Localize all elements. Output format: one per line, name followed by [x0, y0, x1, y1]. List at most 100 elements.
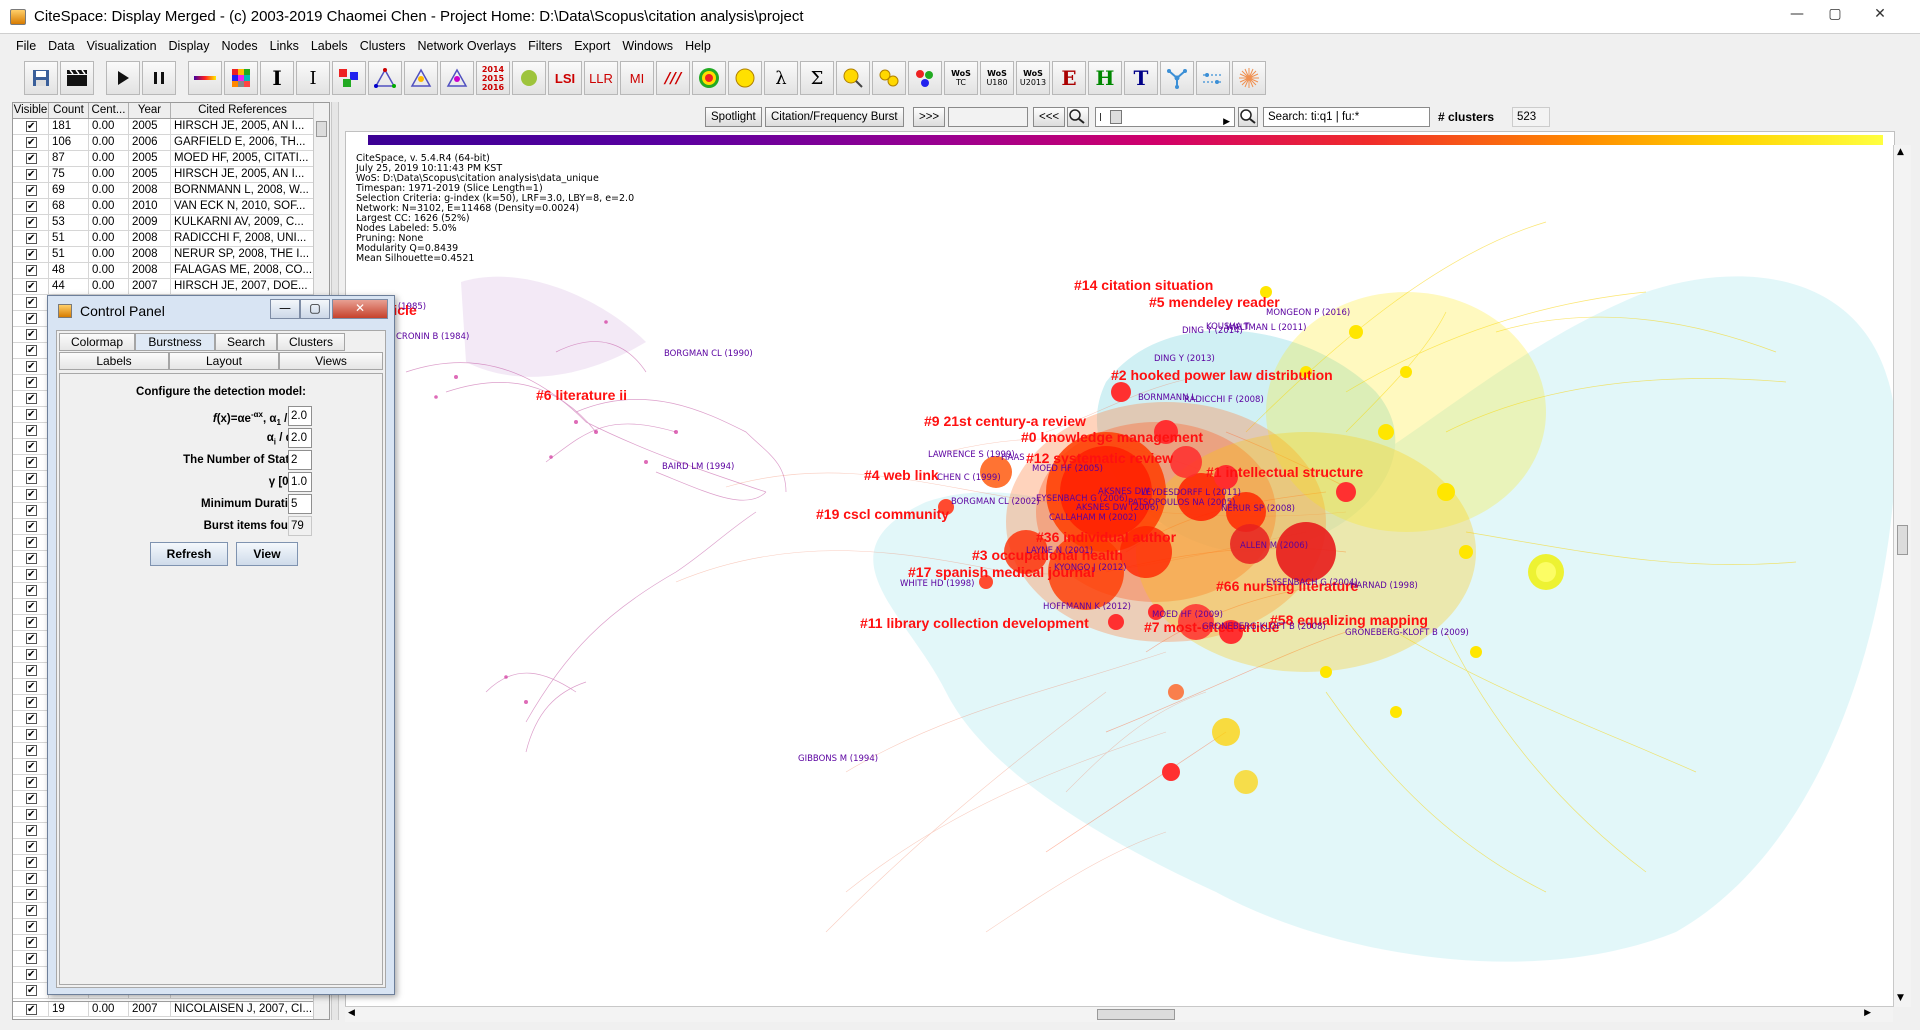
- table-row[interactable]: 1810.002005HIRSCH JE, 2005, AN I...: [13, 119, 329, 135]
- table-row[interactable]: 750.002005HIRSCH JE, 2005, AN I...: [13, 167, 329, 183]
- wos-tc-button[interactable]: WoS TC: [944, 61, 978, 95]
- e-button[interactable]: E: [1052, 61, 1086, 95]
- cluster-label[interactable]: #1 intellectual structure: [1206, 464, 1363, 480]
- tab-search[interactable]: Search: [215, 333, 277, 351]
- table-row[interactable]: 1060.002006GARFIELD E, 2006, TH...: [13, 135, 329, 151]
- visible-checkbox[interactable]: [13, 631, 49, 646]
- yellow-circle-icon[interactable]: [728, 61, 762, 95]
- save-icon[interactable]: [24, 61, 58, 95]
- visible-checkbox[interactable]: [13, 135, 49, 150]
- visible-checkbox[interactable]: [13, 695, 49, 710]
- network-canvas[interactable]: CiteSpace, v. 5.4.R4 (64-bit) July 25, 20…: [345, 131, 1895, 1007]
- refresh-button[interactable]: Refresh: [150, 542, 228, 566]
- cluster-label[interactable]: #14 citation situation: [1074, 277, 1213, 293]
- cluster-colors-icon[interactable]: [332, 61, 366, 95]
- menu-labels[interactable]: Labels: [305, 37, 354, 57]
- t-button[interactable]: T: [1124, 61, 1158, 95]
- min-duration-field[interactable]: 5: [288, 494, 312, 514]
- wos-u2013-button[interactable]: WoS U2013: [1016, 61, 1050, 95]
- timeline-button[interactable]: ///: [656, 61, 690, 95]
- node-label[interactable]: MOED HF (2009): [1152, 610, 1223, 620]
- node-label[interactable]: RADICCHI F (2008): [1184, 395, 1264, 405]
- cluster-label[interactable]: #2 hooked power law distribution: [1111, 367, 1333, 383]
- cluster-label[interactable]: #11 library collection development: [860, 615, 1089, 631]
- scroll-right-icon[interactable]: ▶: [1864, 1008, 1871, 1018]
- cluster-label[interactable]: #19 cscl community: [816, 506, 949, 522]
- search-icon[interactable]: [1238, 107, 1258, 127]
- visible-checkbox[interactable]: [13, 231, 49, 246]
- maximize-button[interactable]: ▢: [300, 299, 330, 319]
- visible-checkbox[interactable]: [13, 823, 49, 838]
- h-button[interactable]: H: [1088, 61, 1122, 95]
- zoom-icon[interactable]: [1067, 107, 1089, 127]
- cluster-label[interactable]: #4 web link: [864, 467, 939, 483]
- visible-checkbox[interactable]: [13, 487, 49, 502]
- node-label[interactable]: BAIRD LM (1994): [662, 462, 734, 472]
- text-bold-i-icon[interactable]: I: [260, 61, 294, 95]
- visible-checkbox[interactable]: [13, 615, 49, 630]
- visible-checkbox[interactable]: [13, 983, 49, 998]
- maximize-button[interactable]: ▢: [1820, 4, 1850, 26]
- table-row[interactable]: 680.002010VAN ECK N, 2010, SOF...: [13, 199, 329, 215]
- tab-burstness[interactable]: Burstness: [135, 333, 215, 351]
- years-button[interactable]: 2014 2015 2016: [476, 61, 510, 95]
- visible-checkbox[interactable]: [13, 583, 49, 598]
- visible-checkbox[interactable]: [13, 359, 49, 374]
- prev-button[interactable]: <<<: [1033, 107, 1066, 127]
- visible-checkbox[interactable]: [13, 855, 49, 870]
- cluster-label[interactable]: #36 individual author: [1036, 529, 1176, 545]
- visible-checkbox[interactable]: [13, 471, 49, 486]
- dialog-title-bar[interactable]: Control Panel — ▢ ✕: [48, 296, 394, 324]
- close-button[interactable]: ✕: [1865, 4, 1895, 26]
- visible-checkbox[interactable]: [13, 119, 49, 134]
- menu-network-overlays[interactable]: Network Overlays: [412, 37, 523, 57]
- tab-colormap[interactable]: Colormap: [59, 333, 135, 351]
- tree-network-icon[interactable]: [1160, 61, 1194, 95]
- node-label[interactable]: AKSNES DW: [1098, 487, 1150, 497]
- table-row[interactable]: 530.002009KULKARNI AV, 2009, C...: [13, 215, 329, 231]
- node-label[interactable]: ALLEN M (2006): [1240, 541, 1308, 551]
- col-count[interactable]: Count: [49, 103, 89, 118]
- target-icon[interactable]: [692, 61, 726, 95]
- visible-checkbox[interactable]: [13, 567, 49, 582]
- visible-checkbox[interactable]: [13, 919, 49, 934]
- visible-checkbox[interactable]: [13, 599, 49, 614]
- visible-checkbox[interactable]: [13, 727, 49, 742]
- visible-checkbox[interactable]: [13, 391, 49, 406]
- green-circle-icon[interactable]: [512, 61, 546, 95]
- visible-checkbox[interactable]: [13, 295, 49, 310]
- visible-checkbox[interactable]: [13, 807, 49, 822]
- menu-visualization[interactable]: Visualization: [81, 37, 163, 57]
- scroll-left-icon[interactable]: ◀: [348, 1008, 355, 1018]
- timeline-nodes-icon[interactable]: [1196, 61, 1230, 95]
- table-row[interactable]: 440.002007HIRSCH JE, 2007, DOE...: [13, 279, 329, 295]
- alpha-ratio-field[interactable]: 2.0: [288, 406, 312, 426]
- tab-clusters[interactable]: Clusters: [277, 333, 345, 351]
- visible-checkbox[interactable]: [13, 1002, 49, 1016]
- visible-checkbox[interactable]: [13, 951, 49, 966]
- visible-checkbox[interactable]: [13, 775, 49, 790]
- visible-checkbox[interactable]: [13, 759, 49, 774]
- visible-checkbox[interactable]: [13, 343, 49, 358]
- canvas-vertical-scrollbar[interactable]: ▲ ▼: [1893, 145, 1911, 1007]
- menu-filters[interactable]: Filters: [522, 37, 568, 57]
- scroll-thumb[interactable]: [1097, 1009, 1175, 1020]
- visible-checkbox[interactable]: [13, 551, 49, 566]
- visible-checkbox[interactable]: [13, 503, 49, 518]
- visible-checkbox[interactable]: [13, 743, 49, 758]
- node-label[interactable]: CRONIN B (1984): [396, 332, 469, 342]
- visible-checkbox[interactable]: [13, 215, 49, 230]
- zoom-yellow-icon[interactable]: [836, 61, 870, 95]
- visible-checkbox[interactable]: [13, 679, 49, 694]
- slider-thumb[interactable]: [1110, 110, 1122, 124]
- menu-nodes[interactable]: Nodes: [216, 37, 264, 57]
- gamma-field[interactable]: 1.0: [288, 472, 312, 492]
- network-triangle-icon-1[interactable]: [368, 61, 402, 95]
- table-row[interactable]: 510.002008RADICCHI F, 2008, UNI...: [13, 231, 329, 247]
- menu-windows[interactable]: Windows: [616, 37, 679, 57]
- colorbar-icon[interactable]: [188, 61, 222, 95]
- visible-checkbox[interactable]: [13, 871, 49, 886]
- visible-checkbox[interactable]: [13, 535, 49, 550]
- tab-views[interactable]: Views: [279, 352, 383, 370]
- node-label[interactable]: MONGEON P (2016): [1266, 308, 1350, 318]
